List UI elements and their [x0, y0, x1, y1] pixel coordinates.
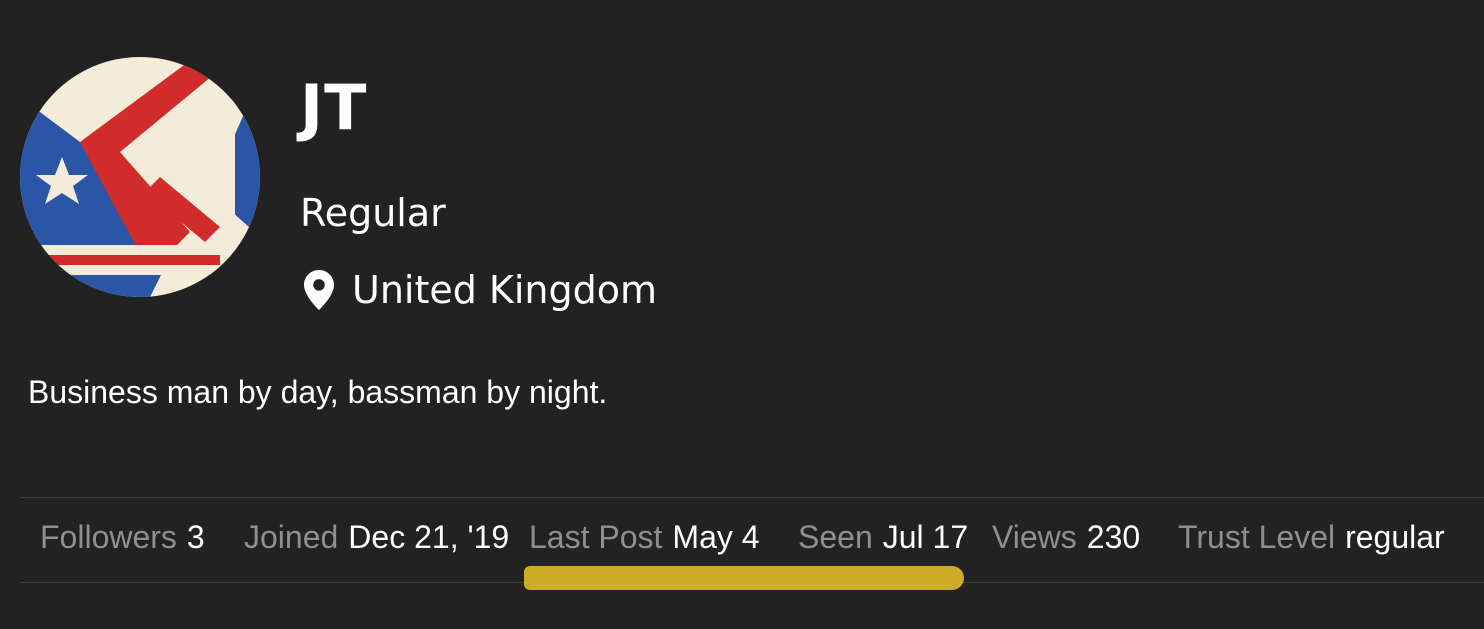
stat-label: Followers: [40, 519, 177, 555]
user-location: United Kingdom: [302, 266, 657, 314]
stat-value: Jul 17: [882, 519, 969, 555]
user-bio: Business man by day, bassman by night.: [28, 374, 608, 410]
stat-seen: Seen Jul 17: [798, 518, 968, 556]
stat-value: Dec 21, '19: [348, 519, 510, 555]
user-profile-page: JT Regular United Kingdom Business man b…: [0, 0, 1484, 629]
stat-value: 230: [1086, 519, 1141, 555]
stat-label: Views: [992, 519, 1077, 555]
stat-followers[interactable]: Followers 3: [40, 518, 205, 556]
stat-label: Seen: [798, 519, 873, 555]
map-pin-icon: [304, 270, 334, 310]
stat-trust-level[interactable]: Trust Level regular: [1178, 518, 1445, 556]
highlight-marker: [524, 566, 964, 590]
user-title: Regular: [300, 191, 446, 235]
stat-value: regular: [1345, 519, 1445, 555]
stat-value: 3: [186, 519, 205, 555]
stat-views: Views 230: [992, 518, 1140, 556]
stat-value: May 4: [672, 519, 760, 555]
stat-label: Last Post: [529, 519, 663, 555]
username: JT: [300, 71, 368, 144]
stat-label: Trust Level: [1178, 519, 1336, 555]
avatar-flag-image: [20, 57, 260, 297]
stat-label: Joined: [244, 519, 339, 555]
avatar[interactable]: [20, 57, 260, 297]
location-text: United Kingdom: [352, 268, 658, 312]
stat-joined: Joined Dec 21, '19: [244, 518, 509, 556]
stat-last-post: Last Post May 4: [529, 518, 760, 556]
